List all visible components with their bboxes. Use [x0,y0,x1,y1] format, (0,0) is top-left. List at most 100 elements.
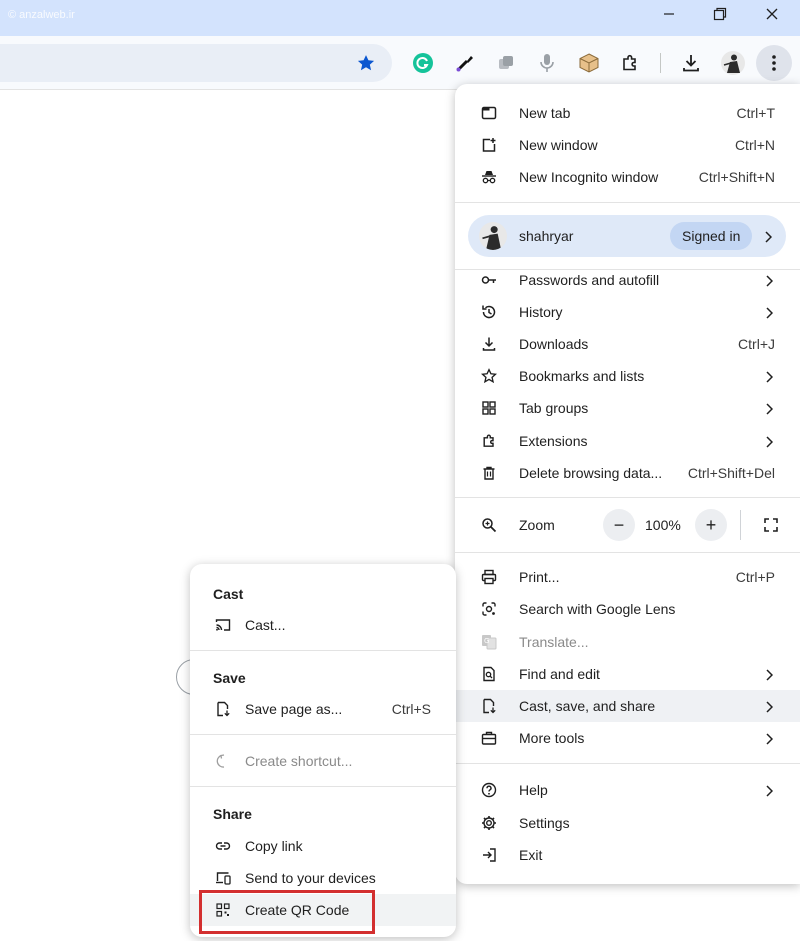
menu-item-extensions[interactable]: Extensions [455,425,800,457]
menu-item-label: Passwords and autofill [519,272,660,288]
new-window-icon [481,137,497,153]
menu-item-new-window[interactable]: New window Ctrl+N [455,129,800,161]
downloads-icon[interactable] [678,50,704,76]
submenu-item-create-shortcut[interactable]: Create shortcut... [190,745,456,777]
menu-item-new-tab[interactable]: New tab Ctrl+T [455,97,800,129]
extensions-puzzle-icon[interactable] [617,50,643,76]
menu-item-label: Downloads [519,336,589,352]
submenu-divider [190,650,456,651]
submenu-item-cast[interactable]: Cast... [190,609,456,641]
menu-item-find-edit[interactable]: Find and edit [455,658,800,690]
menu-item-downloads[interactable]: Downloads Ctrl+J [455,328,800,360]
menu-item-more-tools[interactable]: More tools [455,722,800,754]
profile-avatar[interactable] [720,50,746,76]
eyedropper-icon[interactable] [452,50,478,76]
save-share-icon [481,698,497,714]
cast-icon [215,617,231,633]
submenu-divider [190,786,456,787]
submenu-item-label: Copy link [245,838,303,854]
zoom-out-button[interactable]: − [603,509,635,541]
gear-icon [481,815,497,831]
highlight-box [199,890,375,934]
browser-toolbar [0,36,800,90]
zoom-row: Zoom − 100% + [455,507,800,543]
menu-item-tab-groups[interactable]: Tab groups [455,392,800,424]
menu-item-label: Print... [519,569,560,585]
zoom-in-button[interactable]: + [695,509,727,541]
fullscreen-button[interactable] [755,509,787,541]
find-icon [481,666,497,682]
address-bar[interactable] [0,44,392,82]
menu-item-label: Translate... [519,634,589,650]
zoom-value: 100% [645,517,681,533]
title-bar: © anzalweb.ir [0,0,800,36]
microphone-icon[interactable] [534,50,560,76]
menu-item-translate[interactable]: G Translate... [455,626,800,658]
signed-in-badge: Signed in [670,222,753,250]
fullscreen-icon [764,518,778,532]
menu-item-exit[interactable]: Exit [455,839,800,871]
menu-item-label: Bookmarks and lists [519,368,645,384]
devices-icon [215,870,231,886]
translate-icon: G [481,634,497,650]
star-icon [481,368,497,384]
svg-text:G: G [484,637,489,645]
toolbox-icon [481,730,497,746]
shortcut-icon [215,753,231,769]
menu-item-delete-data[interactable]: Delete browsing data... Ctrl+Shift+Del [455,457,800,489]
menu-item-cast-save-share[interactable]: Cast, save, and share [455,690,800,722]
profile-name: shahryar [519,228,574,244]
minimize-icon[interactable] [655,4,683,24]
menu-item-bookmarks[interactable]: Bookmarks and lists [455,360,800,392]
plus-icon: + [705,515,717,535]
box-icon[interactable] [576,50,602,76]
submenu-item-label: Send to your devices [245,870,376,886]
help-icon [481,782,497,798]
menu-item-label: Search with Google Lens [519,601,676,617]
chevron-right-icon [765,306,774,324]
zoom-icon [481,517,497,538]
shortcut: Ctrl+P [735,569,775,585]
menu-divider [455,202,800,203]
menu-item-label: Settings [519,815,570,831]
submenu-item-save-page[interactable]: Save page as... Ctrl+S [190,693,456,725]
bookmark-star-icon[interactable] [356,53,376,78]
cast-save-share-submenu: Cast Cast... Save Save page as... Ctrl+S… [190,564,456,937]
new-tab-icon [481,105,497,121]
printer-icon [481,569,497,585]
menu-item-help[interactable]: Help [455,774,800,806]
menu-item-google-lens[interactable]: Search with Google Lens [455,593,800,625]
chevron-right-icon [765,435,774,453]
chevron-right-icon [765,732,774,750]
close-icon[interactable] [758,4,786,24]
menu-item-label: More tools [519,730,585,746]
minus-icon: − [613,515,625,535]
puzzle-icon [481,433,497,449]
extension-icon[interactable] [493,50,519,76]
menu-item-new-incognito[interactable]: New Incognito window Ctrl+Shift+N [455,161,800,193]
restore-icon[interactable] [706,4,734,24]
chevron-right-icon [765,402,774,420]
submenu-item-copy-link[interactable]: Copy link [190,830,456,862]
shortcut: Ctrl+J [738,336,775,352]
exit-icon [481,847,497,863]
menu-divider [455,552,800,553]
save-header: Save [213,670,246,686]
shortcut: Ctrl+Shift+Del [687,465,775,481]
menu-item-passwords[interactable]: Passwords and autofill [455,264,800,296]
menu-item-label: Find and edit [519,666,600,682]
grammarly-icon[interactable] [410,50,436,76]
save-page-icon [215,701,231,717]
menu-item-label: Exit [519,847,543,863]
menu-item-label: Cast, save, and share [519,698,656,714]
profile-row[interactable]: shahryar Signed in [468,215,786,257]
menu-item-history[interactable]: History [455,296,800,328]
more-menu-icon[interactable] [756,45,792,81]
watermark: © anzalweb.ir [8,9,75,21]
shortcut: Ctrl+N [734,137,775,153]
chevron-right-icon [764,230,773,248]
menu-item-print[interactable]: Print... Ctrl+P [455,561,800,593]
submenu-item-label: Create shortcut... [245,753,353,769]
menu-item-label: Help [519,782,548,798]
menu-item-settings[interactable]: Settings [455,807,800,839]
